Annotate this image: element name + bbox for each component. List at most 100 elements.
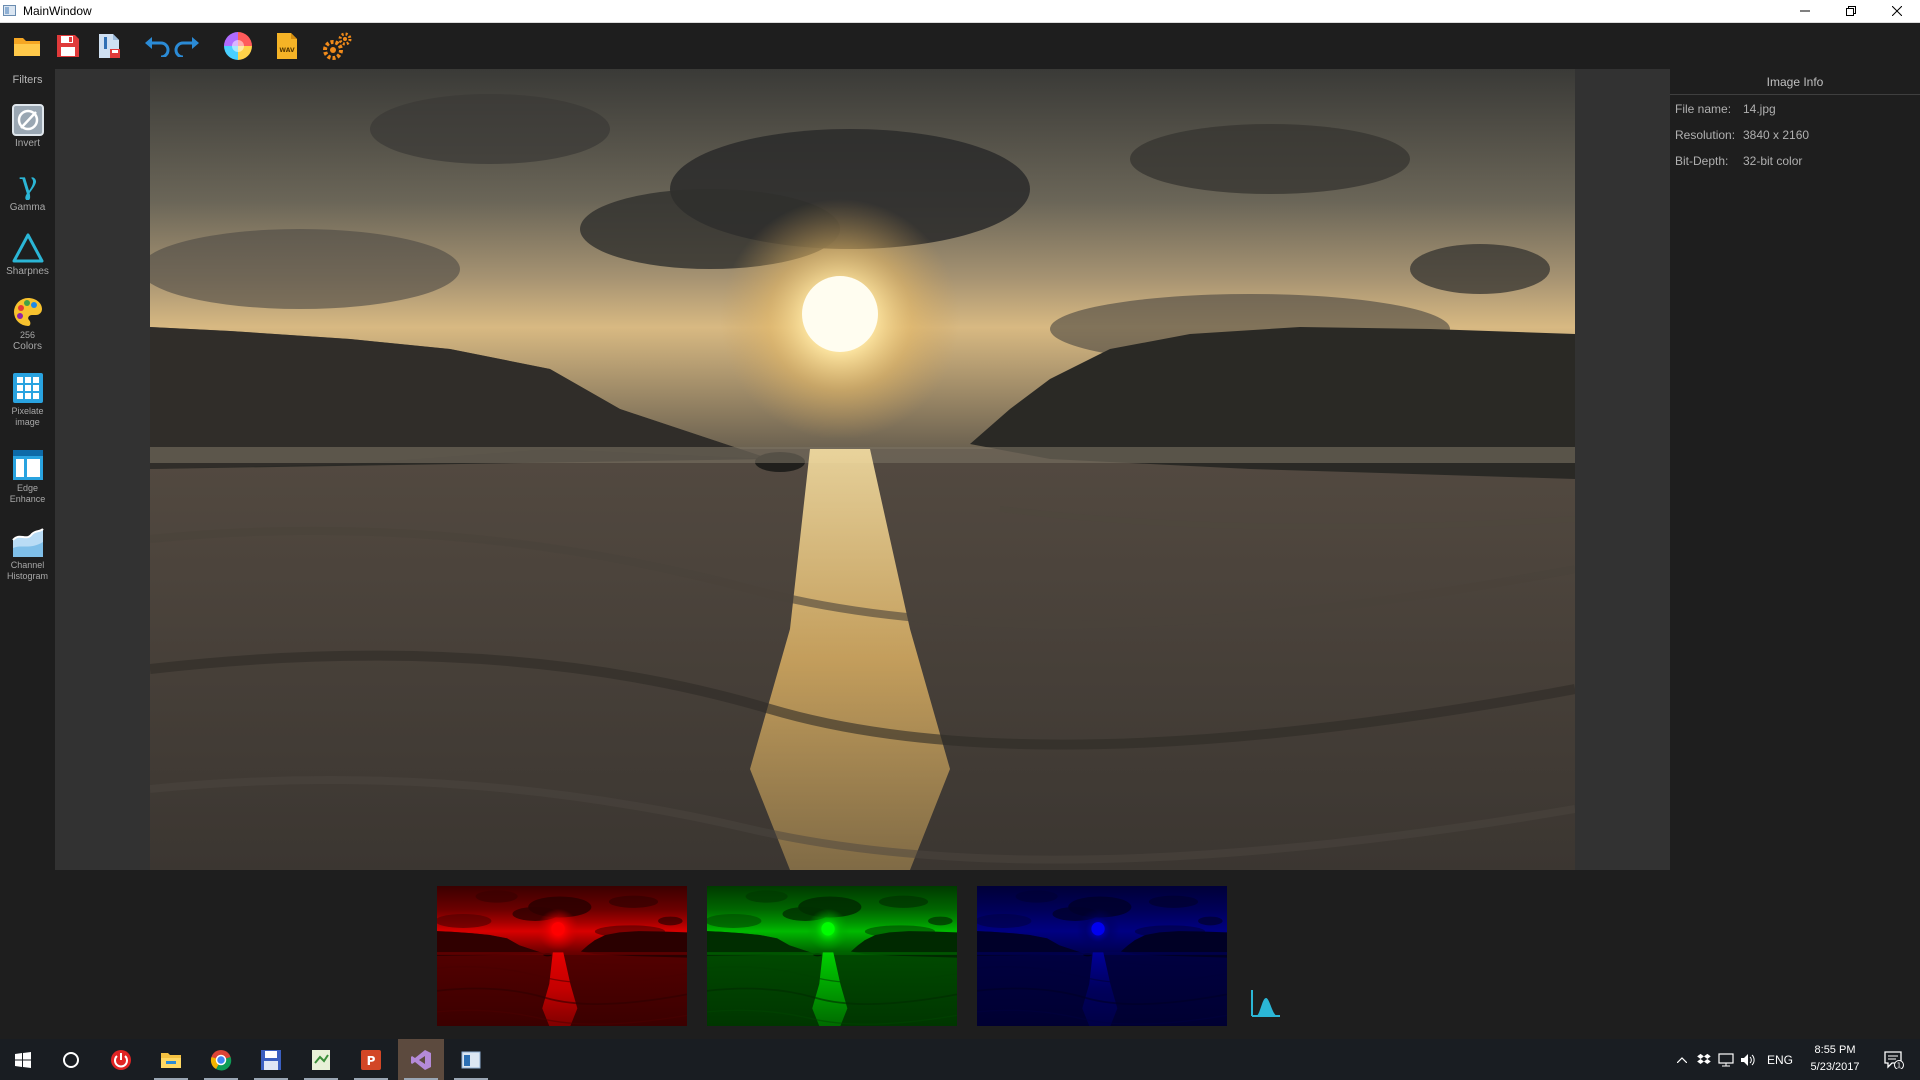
- image-canvas[interactable]: [55, 69, 1670, 870]
- info-row-file-name: File name: 14.jpg: [1675, 102, 1776, 116]
- start-button[interactable]: [0, 1039, 46, 1080]
- info-key: Resolution:: [1675, 128, 1736, 142]
- toolbar: WAV: [0, 23, 1920, 69]
- minimize-icon: [1800, 10, 1810, 12]
- app-window-icon: [3, 5, 16, 16]
- start-icon: [15, 1051, 31, 1068]
- undo-icon: [145, 37, 170, 57]
- redo-button[interactable]: [170, 29, 204, 63]
- windows-taskbar: P ENG 8:55 PM 5/23/2017 1: [0, 1039, 1920, 1080]
- wav-file-icon: WAV: [277, 33, 297, 59]
- notification-count: 1: [1897, 1061, 1901, 1069]
- restore-icon: [1846, 6, 1856, 16]
- filter-pixelate[interactable]: Pixelate image: [0, 372, 55, 428]
- channel-previews-bar: [0, 870, 1670, 1039]
- save-as-button[interactable]: [92, 29, 126, 63]
- loaded-image: [150, 69, 1575, 870]
- green-channel-preview[interactable]: [707, 886, 957, 1026]
- notification-icon: 1: [1884, 1050, 1904, 1069]
- cortana-icon: [63, 1051, 79, 1068]
- filter-256-colors[interactable]: 256 Colors: [0, 296, 55, 352]
- save-icon: [57, 35, 79, 57]
- blue-channel-image: [977, 886, 1227, 1026]
- channel-histogram-icon: [11, 528, 44, 557]
- taskbar-file-explorer[interactable]: [148, 1039, 194, 1080]
- volume-icon: [1741, 1053, 1755, 1066]
- visual-studio-icon: [411, 1049, 431, 1070]
- color-wheel-icon: [224, 32, 252, 60]
- blue-channel-preview[interactable]: [977, 886, 1227, 1026]
- red-channel-image: [437, 886, 687, 1026]
- tray-dropbox[interactable]: [1694, 1039, 1714, 1080]
- filter-label-line2: Histogram: [6, 571, 48, 581]
- svg-text:P: P: [367, 1054, 376, 1068]
- settings-button[interactable]: [320, 29, 354, 63]
- powerpoint-icon: P: [361, 1049, 381, 1070]
- image-info-header: Image Info: [1670, 74, 1920, 95]
- close-icon: [1892, 6, 1902, 16]
- filter-label-line1: Channel: [10, 560, 45, 570]
- pixelate-icon: [12, 373, 43, 403]
- taskbar-chrome[interactable]: [198, 1039, 244, 1080]
- red-channel-preview[interactable]: [437, 886, 687, 1026]
- filter-label-line1: Edge: [16, 483, 39, 493]
- clock-date: 5/23/2017: [1810, 1061, 1860, 1073]
- open-folder-icon: [14, 38, 40, 56]
- histogram-button[interactable]: [1250, 988, 1282, 1018]
- window-title: MainWindow: [23, 4, 92, 18]
- filter-label-line2: Enhance: [9, 494, 46, 504]
- open-button[interactable]: [10, 29, 44, 63]
- taskbar-visual-studio[interactable]: [398, 1039, 444, 1080]
- filter-label: Sharpnes: [6, 266, 49, 277]
- beach-sunset-photo: [150, 69, 1575, 870]
- save-button[interactable]: [51, 29, 85, 63]
- settings-gears-icon: [323, 32, 352, 60]
- palette-icon: [13, 298, 42, 326]
- minimize-button[interactable]: [1782, 0, 1828, 22]
- filter-gamma[interactable]: γ Gamma: [0, 168, 55, 213]
- tray-language[interactable]: ENG: [1762, 1039, 1798, 1080]
- info-value: 32-bit color: [1743, 154, 1803, 168]
- invert-icon: [11, 104, 44, 136]
- info-key: File name:: [1675, 102, 1732, 116]
- info-row-resolution: Resolution: 3840 x 2160: [1675, 128, 1809, 142]
- gamma-icon: γ: [18, 168, 37, 200]
- taskbar-notepad[interactable]: [298, 1039, 344, 1080]
- taskbar-powerpoint[interactable]: P: [348, 1039, 394, 1080]
- file-explorer-icon: [161, 1052, 181, 1068]
- main-window-app-icon: [461, 1051, 481, 1068]
- network-icon: [1718, 1052, 1734, 1066]
- redo-icon: [174, 37, 199, 57]
- svg-text:γ: γ: [18, 168, 37, 200]
- filter-label-line1: Pixelate: [11, 406, 44, 416]
- chrome-icon: [210, 1049, 232, 1070]
- chevron-up-icon: [1677, 1056, 1687, 1063]
- sharpness-icon: [12, 233, 43, 263]
- filter-sharpness[interactable]: Sharpnes: [0, 232, 55, 277]
- info-key: Bit-Depth:: [1675, 154, 1729, 168]
- tray-clock[interactable]: 8:55 PM 5/23/2017: [1800, 1042, 1870, 1076]
- action-center-button[interactable]: 1: [1874, 1039, 1914, 1080]
- tray-overflow[interactable]: [1672, 1039, 1692, 1080]
- green-channel-image: [707, 886, 957, 1026]
- filter-edge-enhance[interactable]: Edge Enhance: [0, 449, 55, 505]
- cortana-button[interactable]: [48, 1039, 94, 1080]
- color-button[interactable]: [221, 29, 255, 63]
- floppy-app-icon: [261, 1049, 281, 1070]
- filter-label-line1: 256: [19, 330, 36, 340]
- filter-invert[interactable]: Invert: [0, 104, 55, 149]
- taskbar-main-window[interactable]: [448, 1039, 494, 1080]
- clock-time: 8:55 PM: [1814, 1044, 1856, 1056]
- close-button[interactable]: [1874, 0, 1920, 22]
- restore-button[interactable]: [1828, 0, 1874, 22]
- info-value: 3840 x 2160: [1743, 128, 1810, 142]
- filter-label-line2: image: [15, 417, 40, 427]
- tray-network[interactable]: [1716, 1039, 1736, 1080]
- taskbar-floppy-app[interactable]: [248, 1039, 294, 1080]
- filter-label: Invert: [14, 138, 40, 149]
- wav-button[interactable]: WAV: [270, 29, 304, 63]
- tray-volume[interactable]: [1738, 1039, 1758, 1080]
- taskbar-power-app[interactable]: [98, 1039, 144, 1080]
- filter-channel-histogram[interactable]: Channel Histogram: [0, 526, 55, 582]
- undo-button[interactable]: [140, 29, 174, 63]
